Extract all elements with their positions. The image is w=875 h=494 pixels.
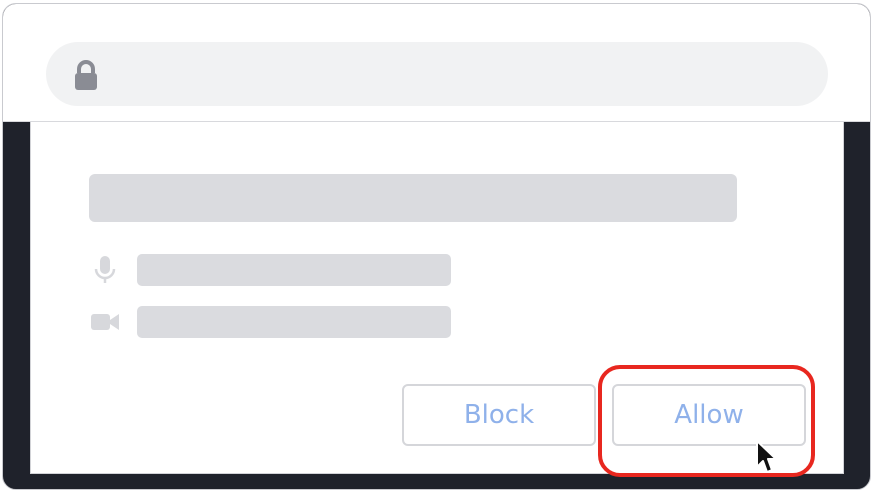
address-bar[interactable]: [46, 42, 828, 106]
browser-toolbar: [3, 4, 870, 122]
lock-icon[interactable]: [71, 60, 101, 90]
mouse-pointer-icon: [755, 439, 781, 475]
permission-row-microphone: [89, 254, 452, 286]
permission-prompt: Block Allow: [30, 122, 844, 474]
permission-label-placeholder: [137, 254, 451, 286]
permission-row-camera: [89, 306, 452, 338]
browser-window: Block Allow: [2, 3, 871, 490]
camera-icon: [89, 306, 121, 338]
block-button[interactable]: Block: [402, 384, 596, 446]
prompt-title-placeholder: [89, 174, 737, 222]
permission-label-placeholder: [137, 306, 451, 338]
allow-button[interactable]: Allow: [612, 384, 806, 446]
microphone-icon: [89, 254, 121, 286]
